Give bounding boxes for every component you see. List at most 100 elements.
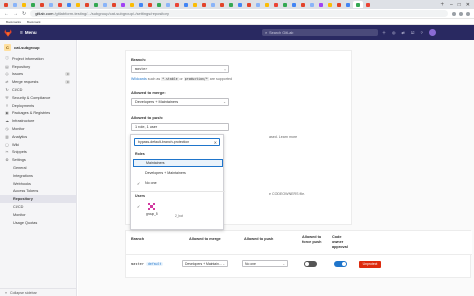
- settings-subitem-general[interactable]: General: [0, 164, 76, 172]
- browser-tab[interactable]: [146, 1, 154, 8]
- sidebar-item-security-compliance[interactable]: ⛨ Security & Compliance: [0, 94, 76, 102]
- bookmark-item[interactable]: Bookmark: [27, 20, 41, 24]
- browser-tab[interactable]: [218, 1, 226, 8]
- browser-tab[interactable]: [245, 1, 253, 8]
- browser-tab[interactable]: [326, 1, 334, 8]
- issues-icon[interactable]: ◎: [392, 30, 396, 35]
- plus-icon[interactable]: ＋: [382, 30, 386, 36]
- url-input[interactable]: gitlab.com /gitlabform-testing/.../subgr…: [30, 10, 448, 17]
- sidebar-item-infrastructure[interactable]: ☁ Infrastructure: [0, 117, 76, 125]
- browser-tab[interactable]: [173, 1, 181, 8]
- clear-icon[interactable]: ✕: [214, 140, 217, 145]
- row-merge-select[interactable]: Developers + Maintain... ⌄: [182, 260, 228, 267]
- browser-tab[interactable]: [191, 1, 199, 8]
- allowed-to-push-select[interactable]: 1 role, 1 user: [131, 123, 229, 131]
- collapse-sidebar-button[interactable]: « Collapse sidebar: [0, 288, 77, 296]
- settings-subitem-access-tokens[interactable]: Access Tokens: [0, 188, 76, 196]
- settings-subitem-monitor[interactable]: Monitor: [0, 211, 76, 219]
- settings-subitem-usage-quotas[interactable]: Usage Quotas: [0, 219, 76, 227]
- browser-tab[interactable]: [65, 1, 73, 8]
- browser-tab[interactable]: [317, 1, 325, 8]
- sidebar-item-deployments[interactable]: ⇪ Deployments: [0, 102, 76, 110]
- browser-tab[interactable]: [335, 1, 343, 8]
- settings-subitem-repository[interactable]: Repository: [0, 195, 76, 204]
- branch-select[interactable]: master ⌄: [131, 65, 229, 73]
- browser-tab[interactable]: [119, 1, 127, 8]
- browser-tab[interactable]: [254, 1, 262, 8]
- browser-tab[interactable]: [200, 1, 208, 8]
- sidebar-item-snippets[interactable]: ✂ Snippets: [0, 149, 76, 157]
- browser-tab[interactable]: [20, 1, 28, 8]
- browser-tab[interactable]: [29, 1, 37, 8]
- sidebar-item-wiki[interactable]: ▢ Wiki: [0, 141, 76, 149]
- new-tab-button[interactable]: +: [440, 2, 444, 8]
- learn-more-text[interactable]: ased. Learn more: [269, 135, 297, 139]
- browser-tab[interactable]: [344, 1, 352, 8]
- browser-tab[interactable]: [236, 1, 244, 8]
- bookmark-item[interactable]: Bookmarks: [6, 20, 21, 24]
- browser-tab[interactable]: [227, 1, 235, 8]
- browser-tab[interactable]: [110, 1, 118, 8]
- sidebar-item-repository[interactable]: ▤ Repository: [0, 63, 76, 71]
- sidebar-item-ci-cd[interactable]: ↻ CI/CD: [0, 86, 76, 94]
- browser-tab[interactable]: [209, 1, 217, 8]
- wildcards-link[interactable]: Wildcards: [131, 77, 147, 81]
- browser-tab[interactable]: [182, 1, 190, 8]
- merge-requests-icon[interactable]: ⇄: [402, 30, 405, 35]
- browser-tab[interactable]: [128, 1, 136, 8]
- sidebar-item-settings[interactable]: ⚙ Settings: [0, 156, 76, 164]
- maximize-icon[interactable]: □: [458, 2, 461, 8]
- user-avatar[interactable]: [428, 29, 436, 36]
- minimize-icon[interactable]: –: [450, 2, 453, 8]
- todo-icon[interactable]: ☑: [411, 30, 415, 35]
- browser-tab[interactable]: [38, 1, 46, 8]
- sidebar-item-issues[interactable]: ◎ Issues 0: [0, 71, 76, 79]
- sidebar-item-packages-registries[interactable]: ▣ Packages & Registries: [0, 110, 76, 118]
- browser-tab[interactable]: [308, 1, 316, 8]
- back-icon[interactable]: ←: [4, 11, 9, 17]
- browser-tab[interactable]: [263, 1, 271, 8]
- settings-subitem-webhooks[interactable]: Webhooks: [0, 180, 76, 188]
- forward-icon[interactable]: →: [13, 11, 18, 17]
- gitlab-logo-icon[interactable]: [4, 28, 12, 37]
- browser-tab[interactable]: [272, 1, 280, 8]
- dropdown-user-option[interactable]: ✓ group_5 2_bot: [133, 201, 223, 221]
- allowed-to-merge-select[interactable]: Developers + Maintainers ⌄: [131, 98, 229, 106]
- browser-tab[interactable]: [155, 1, 163, 8]
- close-icon[interactable]: ✕: [466, 2, 470, 8]
- browser-tab[interactable]: [137, 1, 145, 8]
- search-input[interactable]: ⌕ Search GitLab: [262, 29, 378, 36]
- browser-tab[interactable]: [83, 1, 91, 8]
- force-push-toggle[interactable]: [304, 261, 317, 267]
- browser-tab[interactable]: [353, 1, 363, 8]
- browser-tab[interactable]: [92, 1, 100, 8]
- extension-icon[interactable]: [452, 11, 456, 16]
- browser-tab[interactable]: [364, 1, 372, 8]
- browser-tab[interactable]: [299, 1, 307, 8]
- sidebar-item-monitor[interactable]: ◷ Monitor: [0, 125, 76, 133]
- sidebar-project-header[interactable]: C cat-subgroup: [0, 40, 76, 55]
- sidebar-item-analytics[interactable]: ▥ Analytics: [0, 133, 76, 141]
- dropdown-search-input[interactable]: bypass-default-branch-protection ✕: [134, 138, 220, 146]
- sidebar-item-project-information[interactable]: ⓘ Project information: [0, 55, 76, 63]
- browser-tab[interactable]: [101, 1, 109, 8]
- menu-button[interactable]: ≡ Menu: [20, 30, 37, 36]
- browser-tab[interactable]: [47, 1, 55, 8]
- browser-tab[interactable]: [281, 1, 289, 8]
- browser-tab[interactable]: [290, 1, 298, 8]
- reload-icon[interactable]: ↻: [22, 11, 26, 17]
- settings-subitem-ci-cd[interactable]: CI/CD: [0, 203, 76, 211]
- extension-icon[interactable]: [459, 11, 463, 16]
- browser-tab[interactable]: [11, 1, 19, 8]
- browser-tab[interactable]: [56, 1, 64, 8]
- dropdown-role-option[interactable]: Developers + Maintainers: [133, 169, 223, 177]
- dropdown-role-option[interactable]: ✓ No one: [133, 179, 223, 187]
- sidebar-item-merge-requests[interactable]: ⇄ Merge requests 0: [0, 78, 76, 86]
- profile-icon[interactable]: [466, 11, 470, 16]
- settings-subitem-integrations[interactable]: Integrations: [0, 172, 76, 180]
- browser-tab[interactable]: [2, 1, 10, 8]
- dropdown-role-option[interactable]: Maintainers: [133, 159, 223, 167]
- help-icon[interactable]: ?: [420, 30, 422, 35]
- row-push-select[interactable]: No one ⌄: [242, 260, 288, 267]
- unprotect-button[interactable]: Unprotect: [359, 260, 381, 268]
